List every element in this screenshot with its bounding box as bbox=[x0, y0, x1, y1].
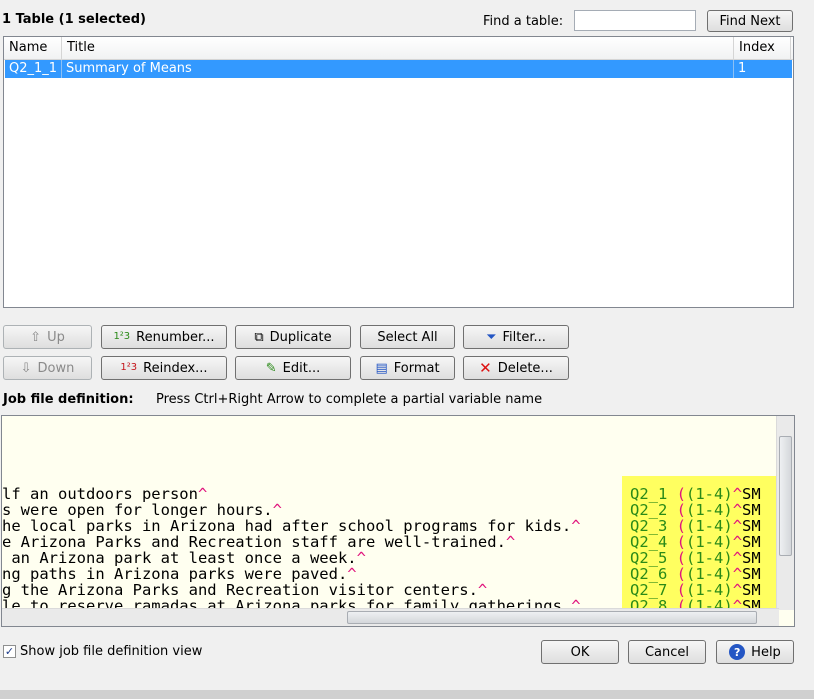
vertical-scroll-thumb[interactable] bbox=[779, 436, 792, 556]
grid-header: Name Title Index bbox=[4, 37, 793, 60]
reindex-button[interactable]: 1²3 Reindex... bbox=[101, 356, 227, 380]
code-line: e Arizona Parks and Recreation staff are… bbox=[2, 534, 515, 550]
row-index: 1 bbox=[738, 61, 747, 76]
row-name: Q2_1_1 bbox=[5, 60, 62, 78]
caret: ^ bbox=[505, 533, 516, 551]
up-button[interactable]: ⇧ Up bbox=[3, 325, 92, 349]
show-view-label[interactable]: Show job file definition view bbox=[20, 644, 202, 659]
code-line: an Arizona park at least once a week.^ bbox=[2, 550, 366, 566]
delete-label: Delete... bbox=[497, 360, 553, 376]
column-header-title[interactable]: Title bbox=[62, 37, 734, 59]
variable-line: Q2_1 ((1-4)^SM bbox=[630, 485, 761, 503]
variable-line: Q2_6 ((1-4)^SM bbox=[630, 565, 761, 583]
down-button[interactable]: ⇩ Down bbox=[3, 356, 92, 380]
edit-label: Edit... bbox=[282, 360, 321, 376]
job-file-editor[interactable]: lf an outdoors person^ s were open for l… bbox=[1, 415, 795, 627]
arrow-down-icon: ⇩ bbox=[20, 360, 32, 376]
vertical-scrollbar[interactable] bbox=[776, 416, 794, 610]
code-line: s were open for longer hours.^ bbox=[2, 502, 282, 518]
filter-icon: ⏷ bbox=[486, 329, 497, 345]
format-icon: ▤ bbox=[375, 360, 388, 376]
find-table-input[interactable] bbox=[574, 10, 696, 31]
caret: ^ bbox=[356, 549, 366, 567]
find-next-button[interactable]: Find Next bbox=[707, 10, 793, 32]
renumber-button[interactable]: 1²3 Renumber... bbox=[101, 325, 227, 349]
code-line: g the Arizona Parks and Recreation visit… bbox=[2, 582, 487, 598]
duplicate-icon: ⧉ bbox=[254, 329, 264, 345]
select-all-label: Select All bbox=[377, 329, 438, 345]
window-bottom-edge bbox=[0, 690, 814, 699]
delete-button[interactable]: ✕ Delete... bbox=[463, 356, 569, 380]
cancel-button[interactable]: Cancel bbox=[628, 640, 706, 664]
cancel-label: Cancel bbox=[644, 644, 690, 660]
find-table-label: Find a table: bbox=[483, 14, 564, 29]
variable-line: Q2_2 ((1-4)^SM bbox=[630, 501, 761, 519]
help-label: Help bbox=[751, 644, 781, 660]
variable-line: Q2_7 ((1-4)^SM bbox=[630, 581, 761, 599]
edit-button[interactable]: ✎ Edit... bbox=[235, 356, 351, 380]
delete-x-icon: ✕ bbox=[479, 358, 492, 377]
arrow-up-icon: ⇧ bbox=[30, 329, 42, 345]
duplicate-label: Duplicate bbox=[269, 329, 332, 345]
help-button[interactable]: ? Help bbox=[716, 640, 794, 664]
help-icon: ? bbox=[729, 644, 746, 660]
variable-line: Q2_3 ((1-4)^SM bbox=[630, 517, 761, 535]
select-all-button[interactable]: Select All bbox=[360, 325, 455, 349]
horizontal-scroll-thumb[interactable] bbox=[347, 611, 757, 624]
filter-label: Filter... bbox=[502, 329, 546, 345]
up-label: Up bbox=[47, 329, 65, 345]
show-view-checkbox[interactable]: ✓ bbox=[3, 645, 16, 658]
filter-button[interactable]: ⏷ Filter... bbox=[463, 325, 569, 349]
code-line: he local parks in Arizona had after scho… bbox=[2, 518, 581, 534]
job-file-definition-label: Job file definition: bbox=[3, 392, 134, 407]
tables-count-title: 1 Table (1 selected) bbox=[2, 12, 146, 27]
duplicate-button[interactable]: ⧉ Duplicate bbox=[235, 325, 351, 349]
down-label: Down bbox=[37, 360, 75, 376]
code-line: lf an outdoors person^ bbox=[2, 486, 207, 502]
ok-button[interactable]: OK bbox=[541, 640, 619, 664]
format-button[interactable]: ▤ Format bbox=[360, 356, 455, 380]
renumber-label: Renumber... bbox=[136, 329, 215, 345]
variable-line: Q2_4 ((1-4)^SM bbox=[630, 533, 761, 551]
tables-grid[interactable]: Name Title Index Q2_1_1 Summary of Means… bbox=[3, 36, 794, 308]
horizontal-scrollbar[interactable] bbox=[2, 608, 779, 626]
column-header-name[interactable]: Name bbox=[4, 37, 62, 59]
job-file-hint: Press Ctrl+Right Arrow to complete a par… bbox=[156, 392, 543, 407]
table-row[interactable]: Q2_1_1 Summary of Means 1 bbox=[5, 60, 792, 78]
code-line: ng paths in Arizona parks were paved.^ bbox=[2, 566, 357, 582]
pencil-icon: ✎ bbox=[265, 360, 277, 376]
reindex-label: Reindex... bbox=[143, 360, 208, 376]
format-label: Format bbox=[393, 360, 440, 376]
find-next-label: Find Next bbox=[719, 13, 781, 29]
row-title: Summary of Means bbox=[62, 60, 734, 78]
caret: ^ bbox=[571, 517, 581, 535]
reindex-icon: 1²3 bbox=[120, 362, 138, 373]
renumber-icon: 1²3 bbox=[113, 331, 131, 342]
variable-line: Q2_5 ((1-4)^SM bbox=[630, 549, 761, 567]
column-header-index[interactable]: Index bbox=[734, 37, 791, 59]
ok-label: OK bbox=[570, 644, 590, 660]
